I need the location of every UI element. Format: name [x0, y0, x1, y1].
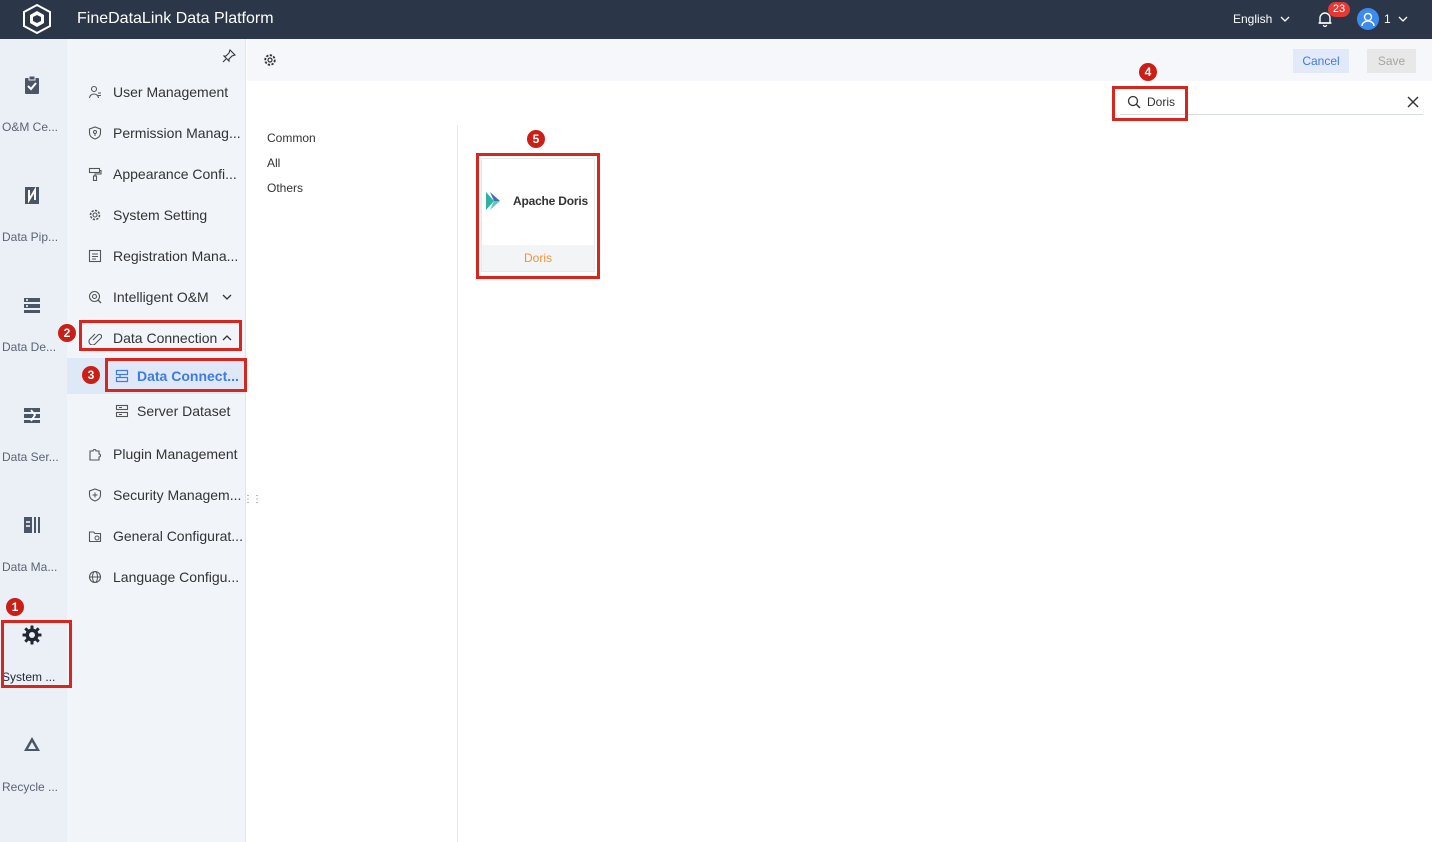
menu-item-label: System Setting: [113, 207, 208, 223]
language-selector[interactable]: English: [1233, 12, 1272, 26]
content-toolbar: Cancel Save: [247, 39, 1432, 81]
rail-item-data-map[interactable]: Data Ma...: [0, 479, 67, 589]
side-menu: User Management Permission Manag... Appe…: [67, 39, 246, 842]
search-icon: [1127, 95, 1141, 109]
rail-item-recycle-bin[interactable]: Recycle ...: [0, 699, 67, 809]
menu-item-security-management[interactable]: Security Managem...: [67, 477, 246, 513]
paint-roller-icon: [88, 167, 102, 181]
rail-label: Data Ser...: [2, 450, 59, 464]
category-others[interactable]: Others: [267, 181, 303, 195]
gear-icon: [22, 625, 42, 645]
menu-item-registration-management[interactable]: Registration Mana...: [67, 238, 246, 274]
menu-item-label: Registration Mana...: [113, 248, 239, 264]
divider: [457, 125, 458, 842]
menu-item-label: Server Dataset: [137, 403, 231, 419]
user-icon: [88, 85, 101, 99]
rail-label: Recycle ...: [2, 780, 59, 794]
annotation-number-5: 5: [527, 130, 545, 148]
category-all[interactable]: All: [267, 156, 280, 170]
annotation-number-2: 2: [58, 324, 76, 342]
annotation-number-1: 1: [6, 598, 24, 616]
globe-icon: [88, 570, 102, 584]
dataset-icon: [115, 404, 129, 418]
menu-item-general-configuration[interactable]: General Configurat...: [67, 518, 246, 554]
menu-item-plugin-management[interactable]: Plugin Management: [67, 436, 246, 472]
annotation-number-3: 3: [82, 366, 100, 384]
menu-item-system-setting[interactable]: System Setting: [67, 197, 246, 233]
app-logo-icon[interactable]: [22, 4, 52, 34]
avatar[interactable]: [1357, 8, 1379, 30]
menu-item-label: Security Managem...: [113, 487, 242, 503]
rail-item-data-pipeline[interactable]: Data Pip...: [0, 149, 67, 259]
menu-item-label: Language Configu...: [113, 569, 240, 585]
rail-label: Data Ma...: [2, 560, 58, 574]
connector-label: Doris: [482, 245, 594, 271]
menu-item-label: User Management: [113, 84, 229, 100]
registration-icon: [88, 249, 102, 263]
rail-label: Data Pip...: [2, 230, 59, 244]
notification-badge: 23: [1328, 2, 1350, 17]
close-icon[interactable]: [1407, 96, 1419, 108]
rail-label: O&M Ce...: [2, 120, 59, 134]
data-map-icon: [24, 517, 40, 533]
menu-item-label: Appearance Confi...: [113, 166, 237, 182]
menu-item-data-connection[interactable]: Data Connection: [67, 320, 246, 356]
top-bar: FineDataLink Data Platform English 23 1: [0, 0, 1432, 39]
rail-item-data-service[interactable]: Data Ser...: [0, 369, 67, 479]
menu-item-label: Permission Manag...: [113, 125, 241, 141]
recycle-icon: [24, 737, 40, 751]
connector-card-doris[interactable]: Apache Doris Doris: [481, 158, 595, 272]
link-icon: [88, 333, 102, 345]
menu-item-permission-management[interactable]: Permission Manag...: [67, 115, 246, 151]
left-rail: O&M Ce... Data Pip... Data De... Data Se…: [0, 39, 67, 842]
rail-item-data-development[interactable]: Data De...: [0, 259, 67, 369]
connector-logo-text: Apache Doris: [513, 194, 588, 208]
rail-label: Data De...: [2, 340, 57, 354]
apache-doris-logo-icon: [486, 192, 500, 210]
chevron-down-icon[interactable]: [221, 291, 233, 303]
pipeline-icon: [25, 186, 39, 204]
menu-item-intelligent-om[interactable]: Intelligent O&M: [67, 279, 246, 315]
user-avatar-icon: [1361, 12, 1375, 27]
save-button[interactable]: Save: [1367, 49, 1416, 73]
search-input[interactable]: [1147, 93, 1377, 111]
connector-logo: Apache Doris: [482, 159, 594, 245]
monitor-icon: [88, 290, 102, 304]
chevron-up-icon[interactable]: [221, 332, 233, 344]
pin-icon[interactable]: [222, 49, 236, 63]
database-layers-icon: [24, 298, 40, 313]
chevron-down-icon[interactable]: [1279, 13, 1291, 25]
search-bar: [1120, 89, 1423, 115]
menu-item-label: General Configurat...: [113, 528, 243, 544]
gear-icon: [89, 209, 101, 221]
menu-item-language-configuration[interactable]: Language Configu...: [67, 559, 246, 595]
settings-icon[interactable]: [263, 53, 277, 67]
security-icon: [88, 488, 102, 502]
chevron-down-icon[interactable]: [1397, 13, 1409, 25]
annotation-number-4: 4: [1139, 63, 1157, 81]
cancel-button[interactable]: Cancel: [1293, 49, 1349, 73]
rail-item-om-center[interactable]: O&M Ce...: [0, 39, 67, 149]
service-icon: [24, 408, 40, 423]
puzzle-icon: [89, 449, 101, 461]
clipboard-check-icon: [25, 75, 39, 94]
user-name[interactable]: 1: [1384, 12, 1391, 26]
rail-label: System ...: [2, 670, 56, 684]
app-title: FineDataLink Data Platform: [77, 10, 274, 27]
folder-gear-icon: [88, 531, 102, 543]
category-common[interactable]: Common: [267, 131, 316, 145]
menu-item-appearance-configuration[interactable]: Appearance Confi...: [67, 156, 246, 192]
menu-item-server-dataset[interactable]: Server Dataset: [67, 393, 246, 429]
shield-icon: [88, 126, 102, 140]
menu-item-label: Plugin Management: [113, 446, 238, 462]
menu-item-label: Data Connect...: [137, 368, 239, 384]
menu-item-user-management[interactable]: User Management: [67, 74, 246, 110]
connection-icon: [115, 369, 129, 383]
resize-handle[interactable]: ⋮⋮: [243, 494, 262, 505]
